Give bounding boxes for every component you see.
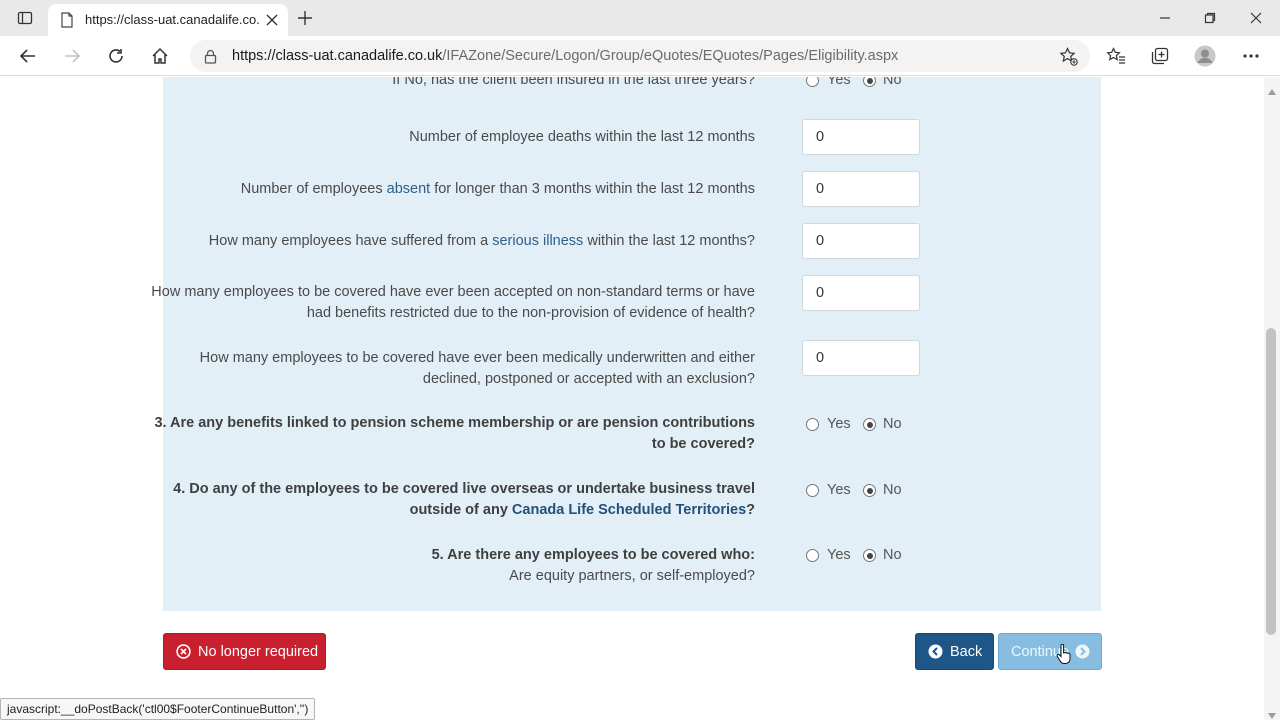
question-medically-underwritten: How many employees to be covered have ev… <box>200 348 755 390</box>
arrow-right-circle-icon <box>1075 644 1090 663</box>
forward-arrow-icon[interactable] <box>56 40 88 72</box>
q5-line-2: Are equity partners, or self-employed? <box>509 568 755 584</box>
yes-label: Yes <box>827 416 851 432</box>
url-path: /IFAZone/Secure/Logon/Group/eQuotes/EQuo… <box>442 48 899 64</box>
medically-underwritten-input[interactable]: 0 <box>802 340 920 376</box>
no-label: No <box>883 547 902 563</box>
deaths-input[interactable]: 0 <box>802 119 920 155</box>
q5-yes-radio[interactable] <box>806 549 819 562</box>
profile-avatar[interactable] <box>1189 40 1221 72</box>
illness-text-post: within the last 12 months? <box>583 233 755 249</box>
scheduled-territories-link[interactable]: Canada Life Scheduled Territories <box>512 502 746 518</box>
url-host: https://class-uat.canadalife.co.uk <box>232 48 443 64</box>
close-circle-icon <box>176 644 191 663</box>
question-absent: Number of employees absent for longer th… <box>241 179 755 200</box>
no-longer-required-button[interactable]: No longer required <box>163 633 326 670</box>
absent-input[interactable]: 0 <box>802 171 920 207</box>
browser-tab[interactable]: https://class-uat.canadalife.co.uk <box>48 4 288 36</box>
q3-radio-group: Yes No <box>806 415 906 435</box>
eligibility-panel <box>163 77 1101 611</box>
refresh-icon[interactable] <box>100 40 132 72</box>
back-arrow-icon[interactable] <box>12 40 44 72</box>
q3-line-2: to be covered? <box>651 436 755 452</box>
new-tab-icon[interactable] <box>289 2 321 34</box>
tab-strip: https://class-uat.canadalife.co.uk <box>0 0 1280 36</box>
scrollbar-thumb[interactable] <box>1266 328 1276 635</box>
home-icon[interactable] <box>144 40 176 72</box>
status-bar-link-preview: javascript:__doPostBack('ctl00$FooterCon… <box>0 698 316 720</box>
tab-title: https://class-uat.canadalife.co.uk <box>85 12 259 27</box>
absent-text-pre: Number of employees <box>240 181 387 197</box>
restore-icon[interactable] <box>1194 2 1226 34</box>
q3-line-1: 3. Are any benefits linked to pension sc… <box>154 415 755 431</box>
insured-no-radio[interactable] <box>863 77 876 87</box>
non-standard-line-1: How many employees to be covered have ev… <box>151 284 755 300</box>
q4-line-1: 4. Do any of the employees to be covered… <box>173 481 755 497</box>
browser-toolbar: https://class-uat.canadalife.co.uk/IFAZo… <box>0 36 1280 76</box>
arrow-left-circle-icon <box>928 644 943 663</box>
q4-text-pre: outside of any <box>409 502 512 518</box>
address-bar[interactable]: https://class-uat.canadalife.co.uk/IFAZo… <box>190 40 1090 72</box>
yes-label: Yes <box>827 77 851 88</box>
question-4-overseas: 4. Do any of the employees to be covered… <box>173 479 755 521</box>
question-insured-previously: If No, has the client been insured in th… <box>392 77 755 88</box>
q3-yes-radio[interactable] <box>806 418 819 431</box>
page-content: If No, has the client been insured in th… <box>0 77 1264 720</box>
back-label: Back <box>950 644 983 660</box>
back-button[interactable]: Back <box>915 633 994 670</box>
serious-illness-link[interactable]: serious illness <box>492 233 583 249</box>
url-text[interactable]: https://class-uat.canadalife.co.uk/IFAZo… <box>232 48 898 64</box>
medical-line-1: How many employees to be covered have ev… <box>199 350 755 366</box>
question-5-employees: 5. Are there any employees to be covered… <box>432 545 755 587</box>
favorites-icon[interactable] <box>1100 40 1132 72</box>
continue-button[interactable]: Continue <box>998 633 1102 670</box>
no-label: No <box>883 77 902 88</box>
absent-link[interactable]: absent <box>387 181 431 197</box>
hand-cursor-icon <box>1056 643 1072 669</box>
q3-no-radio[interactable] <box>863 418 876 431</box>
non-standard-input[interactable]: 0 <box>802 275 920 311</box>
non-standard-line-2: had benefits restricted due to the non-p… <box>306 305 755 321</box>
minimize-icon[interactable] <box>1149 2 1181 34</box>
question-3-pension: 3. Are any benefits linked to pension sc… <box>154 413 755 455</box>
q4-radio-group: Yes No <box>806 481 906 501</box>
tab-actions-icon[interactable] <box>9 2 41 34</box>
scroll-up-arrow-icon[interactable] <box>1268 82 1276 100</box>
close-window-icon[interactable] <box>1240 2 1272 34</box>
q4-line-2: outside of any Canada Life Scheduled Ter… <box>173 500 755 521</box>
lock-icon[interactable] <box>204 49 217 69</box>
question-non-standard-terms: How many employees to be covered have ev… <box>151 282 755 324</box>
insured-yes-radio[interactable] <box>806 77 819 87</box>
no-label: No <box>883 416 902 432</box>
q4-no-radio[interactable] <box>863 484 876 497</box>
q4-yes-radio[interactable] <box>806 484 819 497</box>
close-tab-icon[interactable] <box>266 13 278 31</box>
no-longer-required-label: No longer required <box>198 644 319 660</box>
scroll-down-arrow-icon[interactable] <box>1268 706 1276 724</box>
q4-text-post: ? <box>746 502 755 518</box>
illness-text-pre: How many employees have suffered from a <box>208 233 493 249</box>
q5-no-radio[interactable] <box>863 549 876 562</box>
serious-illness-input[interactable]: 0 <box>802 223 920 259</box>
add-favorite-icon[interactable] <box>1059 47 1078 71</box>
yes-label: Yes <box>827 547 851 563</box>
question-serious-illness: How many employees have suffered from a … <box>209 231 755 252</box>
insured-previously-radio-group: Yes No <box>806 77 906 91</box>
more-menu-icon[interactable] <box>1235 40 1267 72</box>
q5-radio-group: Yes No <box>806 546 906 566</box>
question-deaths: Number of employee deaths within the las… <box>409 129 755 145</box>
absent-text-post: for longer than 3 months within the last… <box>430 181 755 197</box>
q5-line-1: 5. Are there any employees to be covered… <box>431 547 755 563</box>
medical-line-2: declined, postponed or accepted with an … <box>422 371 755 387</box>
page-icon <box>60 12 74 33</box>
collections-icon[interactable] <box>1144 40 1176 72</box>
yes-label: Yes <box>827 482 851 498</box>
no-label: No <box>883 482 902 498</box>
